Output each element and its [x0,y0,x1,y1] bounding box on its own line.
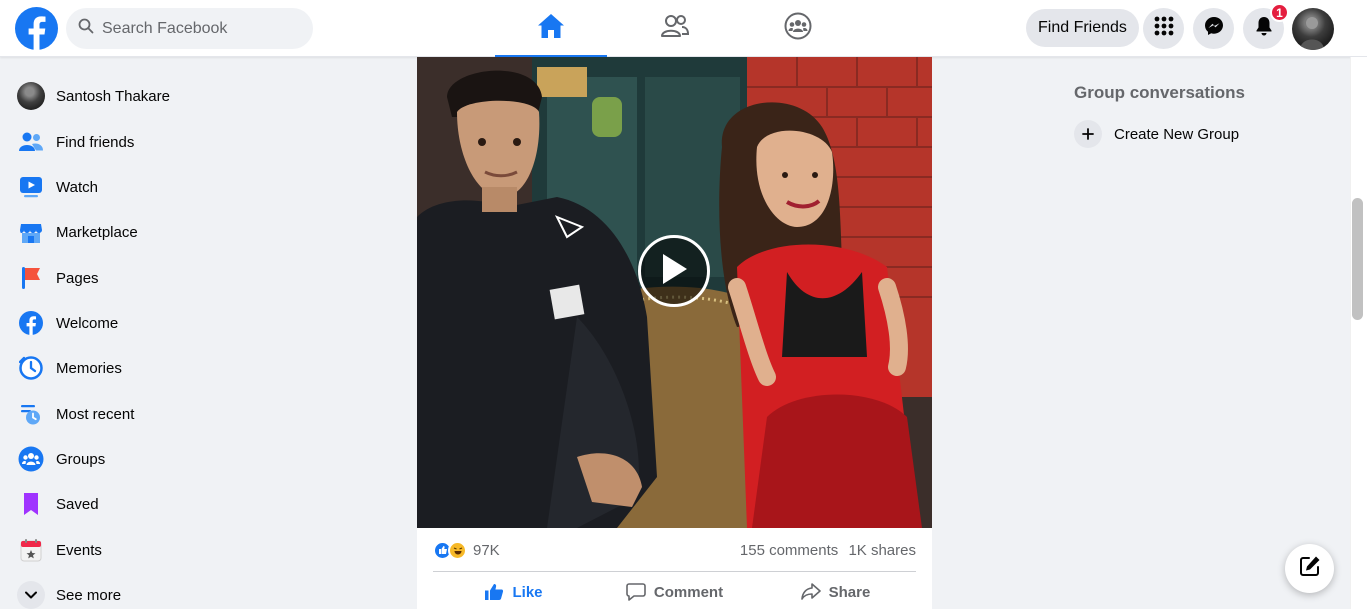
watch-icon [16,172,46,202]
haha-reaction-icon [448,540,467,560]
sidebar-item-saved[interactable]: Saved [8,482,298,526]
like-button[interactable]: Like [433,575,594,609]
like-label: Like [512,583,543,601]
bell-icon [1255,16,1273,41]
sidebar-item-label: Most recent [56,405,135,423]
pages-flag-icon [16,263,46,293]
sidebar-item-groups[interactable]: Groups [8,437,298,481]
sidebar-item-label: Watch [56,178,98,196]
friends-icon [661,14,690,43]
profile-avatar [16,81,46,111]
tab-home[interactable] [495,0,607,58]
notification-badge: 1 [1270,3,1289,22]
sidebar-item-label: Pages [56,269,99,287]
page-scrollbar-thumb[interactable] [1352,198,1363,320]
sidebar-item-label: Welcome [56,314,119,332]
feed-post: 97K 155 comments 1K shares Like Comment … [417,57,932,609]
sidebar-item-label: See more [56,586,122,604]
sidebar-item-label: Saved [56,495,99,513]
messenger-icon [1204,16,1224,41]
sidebar-item-label: Groups [56,450,106,468]
account-avatar[interactable] [1292,8,1334,50]
groups-icon [16,444,46,474]
create-new-group-label: Create New Group [1114,125,1240,143]
post-stats: 97K 155 comments 1K shares [433,535,916,565]
search-icon [78,18,94,39]
sidebar-item-profile[interactable]: Santosh Thakare [8,74,298,118]
most-recent-icon [16,399,46,429]
share-count[interactable]: 1K shares [848,542,916,559]
sidebar-item-label: Santosh Thakare [56,87,170,105]
events-calendar-icon [16,535,46,565]
comments-shares: 155 comments 1K shares [734,542,916,559]
page-scrollbar-track[interactable] [1350,57,1367,609]
sidebar-item-watch[interactable]: Watch [8,165,298,209]
post-actions: Like Comment Share [433,575,916,609]
top-navigation-bar: Find Friends 1 [0,0,1367,58]
sidebar-item-pages[interactable]: Pages [8,256,298,300]
share-icon [800,583,821,600]
sidebar-item-welcome[interactable]: Welcome [8,301,298,345]
sidebar-item-label: Find friends [56,133,135,151]
facebook-welcome-icon [16,308,46,338]
new-message-button[interactable] [1285,544,1334,593]
thumbs-up-icon [485,584,504,600]
sidebar-item-marketplace[interactable]: Marketplace [8,210,298,254]
play-icon [659,252,689,291]
messenger-button[interactable] [1193,8,1234,49]
facebook-logo-icon[interactable] [15,7,58,50]
sidebar-item-label: Marketplace [56,223,138,241]
tab-groups[interactable] [742,0,854,57]
play-button[interactable] [638,235,710,307]
sidebar-item-memories[interactable]: Memories [8,346,298,390]
home-icon [537,13,565,44]
comment-button[interactable]: Comment [594,575,755,609]
find-friends-button[interactable]: Find Friends [1026,9,1139,47]
reaction-icons[interactable] [433,540,467,560]
marketplace-icon [16,217,46,247]
comment-count[interactable]: 155 comments [740,542,838,559]
comment-icon [626,583,646,601]
menu-grid-icon [1154,16,1174,41]
compose-edit-icon [1299,555,1321,582]
plus-icon [1074,120,1102,148]
groups-icon [784,12,812,45]
sidebar-item-label: Events [56,541,102,559]
chevron-down-icon [16,580,46,609]
sidebar-item-events[interactable]: Events [8,528,298,572]
comment-label: Comment [653,583,724,601]
post-video[interactable] [417,57,932,528]
sidebar-item-find-friends[interactable]: Find friends [8,120,298,164]
sidebar-item-label: Memories [56,359,122,377]
memories-clock-icon [16,353,46,383]
sidebar-item-most-recent[interactable]: Most recent [8,392,298,436]
saved-bookmark-icon [16,489,46,519]
find-friends-icon [16,127,46,157]
search-input[interactable] [102,19,302,38]
share-label: Share [828,583,871,601]
menu-button[interactable] [1143,8,1184,49]
tab-friends[interactable] [619,0,731,57]
share-button[interactable]: Share [755,575,916,609]
group-conversations-heading: Group conversations [1074,83,1245,102]
search-box[interactable] [66,8,313,49]
sidebar-item-see-more[interactable]: See more [8,573,298,609]
reaction-count[interactable]: 97K [473,542,500,559]
post-divider [433,571,916,572]
create-new-group-button[interactable]: Create New Group [1066,116,1336,152]
